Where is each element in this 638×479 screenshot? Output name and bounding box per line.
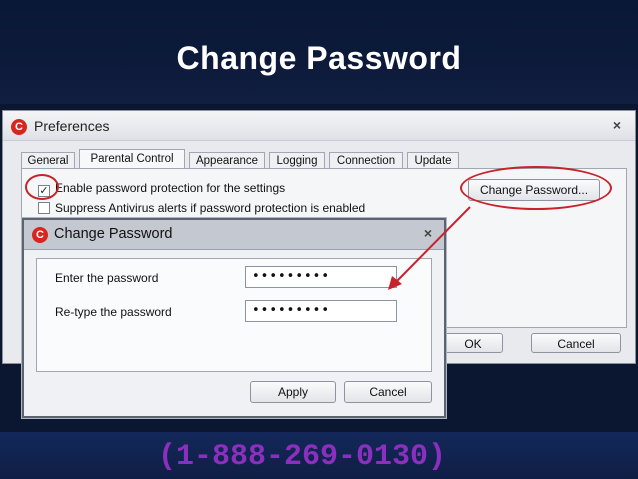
- phone-number: (1-888-269-0130): [157, 440, 447, 474]
- retype-password-label: Re-type the password: [55, 305, 172, 319]
- tab-connection[interactable]: Connection: [329, 152, 403, 169]
- dialog-cancel-button[interactable]: Cancel: [344, 381, 432, 403]
- suppress-alerts-label: Suppress Antivirus alerts if password pr…: [55, 201, 366, 215]
- tab-update[interactable]: Update: [407, 152, 459, 169]
- apply-button[interactable]: Apply: [250, 381, 336, 403]
- dialog-titlebar: C Change Password ×: [24, 220, 444, 250]
- app-logo-icon: C: [11, 119, 27, 135]
- enable-password-label: Enable password protection for the setti…: [55, 181, 286, 195]
- enter-password-label: Enter the password: [55, 271, 159, 285]
- tab-parental-control[interactable]: Parental Control: [79, 149, 185, 169]
- enable-password-checkbox[interactable]: ✓: [38, 185, 50, 197]
- suppress-alerts-row[interactable]: Suppress Antivirus alerts if password pr…: [38, 201, 365, 215]
- retype-password-field[interactable]: •••••••••: [245, 300, 397, 322]
- tab-appearance[interactable]: Appearance: [189, 152, 265, 169]
- preferences-titlebar: C Preferences ×: [3, 111, 635, 141]
- app-logo-icon: C: [32, 227, 48, 243]
- close-icon[interactable]: ×: [613, 117, 621, 133]
- tab-general[interactable]: General: [21, 152, 75, 169]
- dialog-title: Change Password: [54, 226, 173, 242]
- change-password-dialog: C Change Password × Enter the password •…: [22, 218, 446, 418]
- change-password-button[interactable]: Change Password...: [468, 179, 600, 201]
- close-icon[interactable]: ×: [424, 225, 432, 241]
- enable-password-row[interactable]: ✓ Enable password protection for the sett…: [38, 181, 285, 197]
- tab-logging[interactable]: Logging: [269, 152, 325, 169]
- ok-button[interactable]: OK: [443, 333, 503, 353]
- password-fields-panel: Enter the password ••••••••• Re-type the…: [36, 258, 432, 372]
- slide-title: Change Password: [176, 40, 462, 76]
- prefs-cancel-button[interactable]: Cancel: [531, 333, 621, 353]
- enter-password-field[interactable]: •••••••••: [245, 266, 397, 288]
- suppress-alerts-checkbox[interactable]: [38, 202, 50, 214]
- preferences-title: Preferences: [34, 118, 110, 134]
